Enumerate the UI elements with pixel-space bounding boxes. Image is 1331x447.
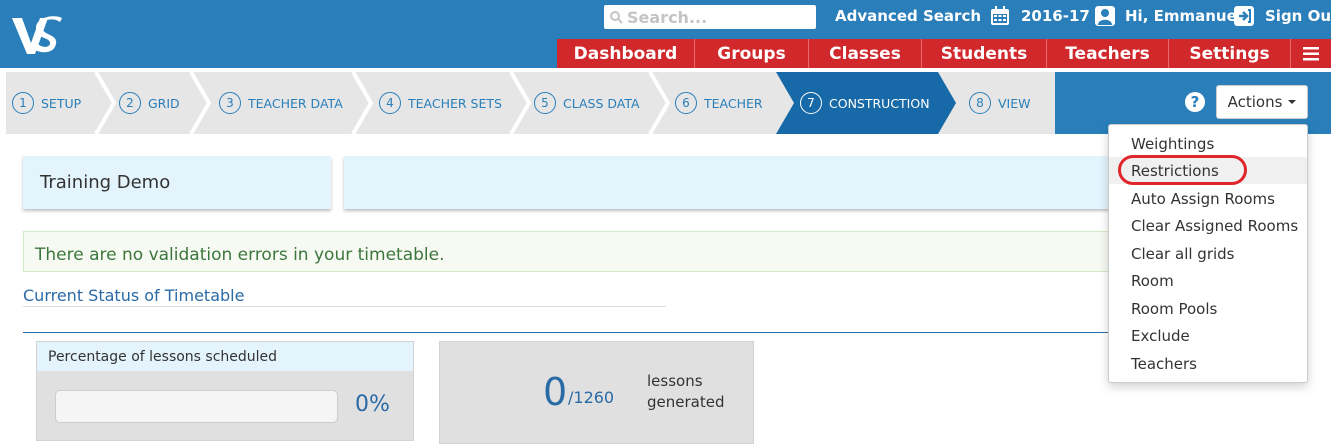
wizard-step-construction[interactable]: 7 CONSTRUCTION: [800, 72, 930, 134]
menu-item-room-pools[interactable]: Room Pools: [1109, 295, 1307, 322]
wizard-step-teacher-data[interactable]: 3 TEACHER DATA: [219, 72, 343, 134]
step-number: 2: [119, 92, 141, 114]
main-nav: Dashboard Groups Classes Students Teache…: [557, 39, 1331, 68]
step-number: 5: [534, 92, 556, 114]
status-underline: [23, 306, 666, 307]
step-label: CLASS DATA: [563, 95, 640, 111]
percentage-card: Percentage of lessons scheduled 0%: [36, 341, 414, 441]
validation-alert: There are no validation errors in your t…: [23, 231, 1123, 272]
search-placeholder: Search...: [627, 7, 708, 27]
menu-item-clear-assigned-rooms[interactable]: Clear Assigned Rooms: [1109, 212, 1307, 239]
user-greeting[interactable]: Hi, Emmanuel: [1125, 7, 1242, 25]
vs-logo[interactable]: [10, 16, 62, 58]
wizard-step-setup[interactable]: 1 SETUP: [12, 72, 81, 134]
step-number: 8: [969, 92, 991, 114]
percentage-heading: Percentage of lessons scheduled: [37, 342, 413, 371]
progress-bar: [55, 390, 338, 423]
section-divider: [23, 332, 1123, 333]
step-number: 4: [379, 92, 401, 114]
nav-settings[interactable]: Settings: [1169, 39, 1291, 68]
step-number: 3: [219, 92, 241, 114]
step-label: TEACHER DATA: [248, 95, 343, 111]
user-icon: [1095, 6, 1115, 26]
menu-item-exclude[interactable]: Exclude: [1109, 322, 1307, 349]
academic-year[interactable]: 2016-17: [1021, 7, 1090, 25]
validation-message: There are no validation errors in your t…: [35, 244, 445, 265]
sign-out-link[interactable]: Sign Out: [1265, 7, 1331, 25]
lessons-generated-card: 0 /1260 lessons generated: [439, 341, 754, 444]
calendar-icon: [991, 6, 1009, 25]
timetable-name-panel: Training Demo: [23, 156, 331, 209]
caret-down-icon: [1288, 100, 1297, 104]
search-input[interactable]: Search...: [604, 5, 816, 29]
nav-students[interactable]: Students: [922, 39, 1047, 68]
sign-out-icon: [1234, 6, 1254, 26]
generated-label-line1: lessons: [647, 372, 703, 390]
menu-item-auto-assign-rooms[interactable]: Auto Assign Rooms: [1109, 185, 1307, 212]
step-number: 7: [800, 92, 822, 114]
nav-dashboard[interactable]: Dashboard: [557, 39, 695, 68]
wizard-step-teacher[interactable]: 6 TEACHER: [675, 72, 763, 134]
step-label: TEACHER: [704, 95, 763, 111]
timetable-name: Training Demo: [40, 172, 171, 193]
wizard-step-class-data[interactable]: 5 CLASS DATA: [534, 72, 640, 134]
menu-item-weightings[interactable]: Weightings: [1109, 130, 1307, 157]
nav-teachers[interactable]: Teachers: [1047, 39, 1169, 68]
highlight-ring: [1118, 155, 1247, 185]
generated-total: /1260: [568, 388, 615, 407]
actions-label: Actions: [1227, 93, 1283, 111]
step-label: SETUP: [41, 95, 82, 111]
search-icon: [610, 10, 623, 24]
hamburger-menu-icon[interactable]: [1291, 39, 1331, 68]
nav-groups[interactable]: Groups: [695, 39, 809, 68]
percentage-value: 0%: [355, 392, 390, 417]
step-label: TEACHER SETS: [408, 95, 502, 111]
generated-label: lessons generated: [647, 371, 724, 413]
generated-count: 0: [543, 370, 568, 414]
wizard-step-teacher-sets[interactable]: 4 TEACHER SETS: [379, 72, 502, 134]
actions-button[interactable]: Actions: [1216, 85, 1308, 119]
help-icon[interactable]: ?: [1185, 92, 1205, 112]
menu-item-clear-all-grids[interactable]: Clear all grids: [1109, 240, 1307, 267]
status-heading: Current Status of Timetable: [23, 286, 245, 305]
menu-item-room[interactable]: Room: [1109, 267, 1307, 294]
step-label: CONSTRUCTION: [829, 95, 930, 111]
wizard-step-view[interactable]: 8 VIEW: [969, 72, 1031, 134]
menu-item-teachers[interactable]: Teachers: [1109, 350, 1307, 377]
advanced-search-link[interactable]: Advanced Search: [835, 7, 981, 25]
step-number: 1: [12, 92, 34, 114]
step-number: 6: [675, 92, 697, 114]
generated-label-line2: generated: [647, 393, 725, 411]
nav-classes[interactable]: Classes: [809, 39, 922, 68]
info-panel: [344, 156, 1124, 209]
wizard-step-grid[interactable]: 2 GRID: [119, 72, 180, 134]
step-label: VIEW: [998, 95, 1031, 111]
step-label: GRID: [148, 95, 180, 111]
